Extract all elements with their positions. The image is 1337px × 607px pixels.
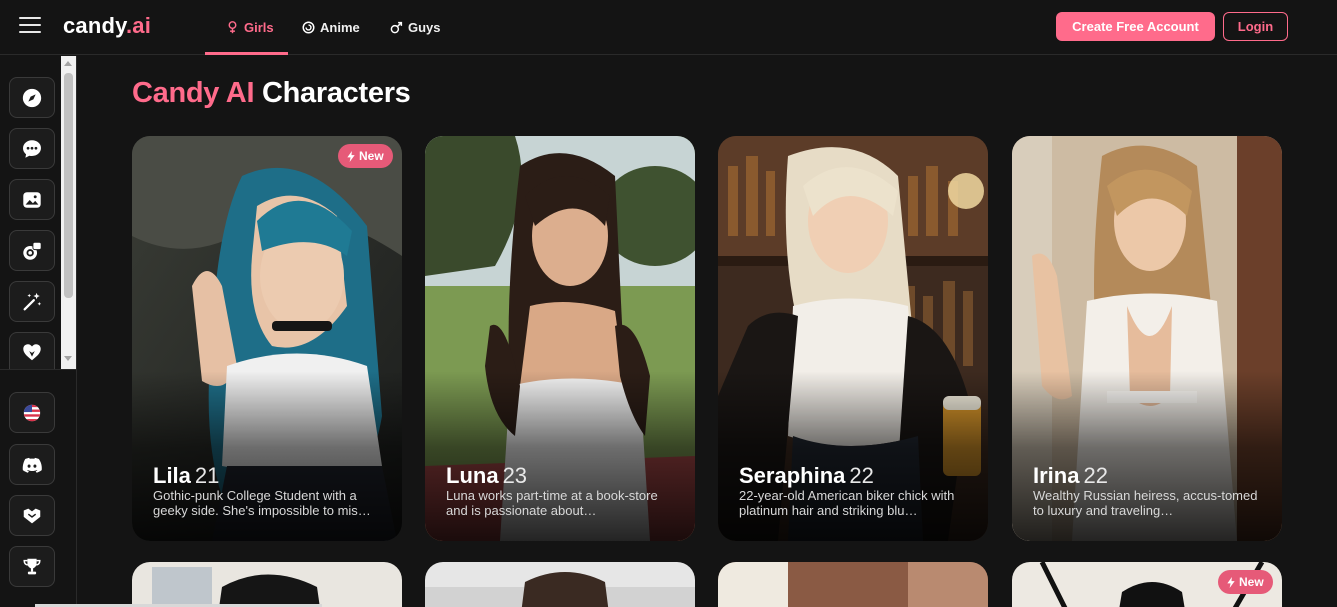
character-age: 22 [849, 463, 874, 488]
name-text: Lila [153, 463, 191, 488]
sidebar-item-chat[interactable] [9, 128, 55, 169]
logo-text: candy [63, 13, 126, 38]
sidebar-scrollbar[interactable] [61, 56, 76, 370]
character-card-lila[interactable]: New Lila 21 Gothic-punk College Student w… [132, 136, 402, 541]
top-header: candy.ai Girls Anime Guys Create Free Ac… [0, 0, 1337, 55]
character-card-irina[interactable]: Irina 22 Wealthy Russian heiress, accus-t… [1012, 136, 1282, 541]
character-card-row2-1[interactable] [132, 562, 402, 607]
magic-wand-icon [23, 292, 42, 310]
discord-icon [22, 457, 42, 473]
tab-guys-label: Guys [408, 20, 441, 35]
name-text: Luna [446, 463, 499, 488]
sidebar-scroll-area [0, 56, 77, 370]
character-card-luna[interactable]: Luna 23 Luna works part-time at a book-st… [425, 136, 695, 541]
new-badge: New [1218, 570, 1273, 594]
character-card-row2-2[interactable] [425, 562, 695, 607]
create-free-account-button[interactable]: Create Free Account [1056, 12, 1215, 41]
generate-image-icon [23, 241, 42, 260]
scroll-down-arrow-icon[interactable] [64, 356, 72, 361]
sidebar-item-gallery[interactable] [9, 179, 55, 220]
character-name: Irina 22 [1033, 463, 1108, 489]
logo-ai: ai [132, 13, 152, 38]
heart-icon [23, 343, 41, 360]
badge-label: New [1239, 575, 1264, 589]
character-description: Gothic-punk College Student with a geeky… [153, 488, 371, 518]
badge-label: New [359, 149, 384, 163]
sidebar-item-my-ai[interactable] [9, 332, 55, 370]
male-icon [390, 21, 403, 34]
sidebar-item-discord[interactable] [9, 444, 55, 485]
sidebar-item-affiliate[interactable] [9, 495, 55, 536]
character-photo [718, 562, 988, 607]
lightning-icon [1227, 576, 1235, 588]
tab-anime[interactable]: Anime [302, 0, 360, 55]
chat-icon [23, 139, 41, 158]
scrollbar-thumb[interactable] [64, 73, 73, 298]
active-tab-indicator [205, 52, 288, 55]
login-button[interactable]: Login [1223, 12, 1288, 41]
character-name: Lila 21 [153, 463, 219, 489]
sidebar-item-leaderboard[interactable] [9, 546, 55, 587]
affiliate-icon [23, 508, 41, 523]
lightning-icon [347, 150, 355, 162]
character-card-row2-3[interactable] [718, 562, 988, 607]
character-age: 23 [502, 463, 528, 488]
sidebar-item-generate-image[interactable] [9, 230, 55, 271]
scroll-up-arrow-icon[interactable] [64, 61, 72, 66]
menu-icon[interactable] [19, 17, 41, 35]
tab-girls-label: Girls [244, 20, 274, 35]
compass-icon [22, 88, 42, 107]
character-card-seraphina[interactable]: Seraphina 22 22-year-old American biker c… [718, 136, 988, 541]
new-badge: New [338, 144, 393, 168]
page-title-brand: Candy AI [132, 77, 255, 109]
page-title-text: Characters [261, 77, 411, 109]
female-icon [228, 21, 237, 34]
name-text: Irina [1033, 463, 1080, 488]
sidebar-divider [0, 369, 77, 370]
character-photo [425, 562, 695, 607]
name-text: Seraphina [739, 463, 846, 488]
main-content: Candy AI Characters New Lila 21 Gothic-pu… [78, 56, 1337, 607]
logo[interactable]: candy.ai [63, 13, 151, 39]
character-name: Seraphina 22 [739, 463, 874, 489]
character-name: Luna 23 [446, 463, 527, 489]
gallery-icon [23, 191, 41, 208]
character-description: Luna works part-time at a book-store and… [446, 488, 658, 518]
character-description: Wealthy Russian heiress, accus-tomed to … [1033, 488, 1258, 518]
page-title: Candy AI Characters [132, 77, 411, 110]
us-flag-icon [23, 404, 41, 421]
character-photo [132, 562, 402, 607]
sidebar-item-create-character[interactable] [9, 281, 55, 322]
character-age: 22 [1083, 463, 1108, 488]
sidebar-item-explore[interactable] [9, 77, 55, 118]
character-age: 21 [194, 463, 220, 488]
tab-anime-label: Anime [320, 20, 360, 35]
character-card-row2-4[interactable]: New [1012, 562, 1282, 607]
sidebar [0, 56, 77, 607]
sidebar-item-language[interactable] [9, 392, 55, 433]
tab-guys[interactable]: Guys [390, 0, 441, 55]
tab-girls[interactable]: Girls [226, 0, 274, 55]
character-description: 22-year-old American biker chick with pl… [739, 488, 955, 518]
trophy-icon [23, 558, 41, 574]
anime-swirl-icon [302, 21, 315, 34]
